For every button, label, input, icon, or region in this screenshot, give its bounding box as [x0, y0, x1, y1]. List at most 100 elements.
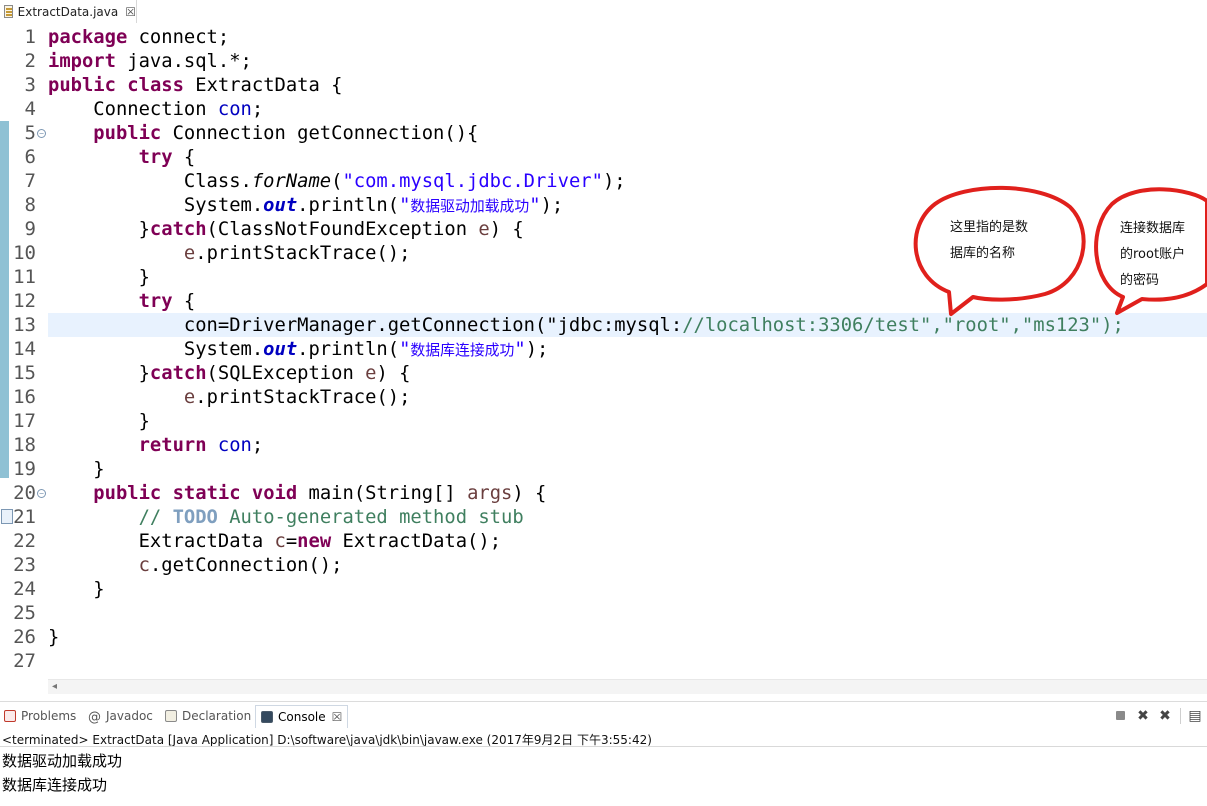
java-file-icon — [4, 5, 13, 18]
code-text[interactable]: Class.forName("com.mysql.jdbc.Driver"); — [48, 169, 626, 193]
code-text[interactable]: }catch(SQLException e) { — [48, 361, 411, 385]
scroll-left-icon[interactable]: ◂ — [52, 680, 57, 694]
code-text[interactable]: } — [48, 409, 150, 433]
code-text[interactable]: public Connection getConnection(){ — [48, 121, 478, 145]
line-number: 13 — [13, 314, 36, 336]
code-text[interactable]: import java.sql.*; — [48, 49, 252, 73]
code-line: 14 System.out.println("数据库连接成功"); — [0, 337, 1207, 361]
tab-label: Declaration — [182, 709, 252, 723]
line-number: 19 — [13, 458, 36, 480]
toolbar-separator — [1180, 708, 1181, 724]
line-number: 24 — [13, 578, 36, 600]
code-line: 19 } — [0, 457, 1207, 481]
declaration-icon — [165, 710, 177, 722]
code-line: 24 } — [0, 577, 1207, 601]
code-line: 4 Connection con; — [0, 97, 1207, 121]
line-number: 16 — [13, 386, 36, 408]
line-number: 12 — [13, 290, 36, 312]
code-text[interactable]: try { — [48, 289, 196, 313]
code-text[interactable]: try { — [48, 145, 196, 169]
line-number: 3 — [24, 74, 36, 96]
code-line: 20− public static void main(String[] arg… — [0, 481, 1207, 505]
fold-toggle-icon[interactable]: − — [37, 129, 46, 138]
editor-tab-extractdata[interactable]: ExtractData.java ☒ — [0, 0, 137, 23]
code-text[interactable]: public class ExtractData { — [48, 73, 342, 97]
tab-label: Problems — [21, 709, 77, 723]
line-number: 27 — [13, 650, 36, 672]
code-text[interactable]: e.printStackTrace(); — [48, 385, 411, 409]
annotation-line: 的密码 — [1120, 273, 1160, 288]
code-line: 3 public class ExtractData { — [0, 73, 1207, 97]
line-number: 20 — [13, 482, 36, 504]
at-sign-icon: @ — [88, 710, 101, 725]
code-text[interactable]: System.out.println("数据驱动加载成功"); — [48, 193, 563, 218]
annotation-line: 的root账户 — [1120, 247, 1186, 262]
annotation-text-password: 连接数据库 的root账户 的密码 — [1120, 216, 1185, 294]
line-number: 4 — [24, 98, 36, 120]
clear-console-icon[interactable]: ▤ — [1188, 709, 1202, 723]
code-line: 22 ExtractData c=new ExtractData(); — [0, 529, 1207, 553]
line-number: 9 — [24, 218, 36, 240]
code-line: 18 return con; — [0, 433, 1207, 457]
code-lines: 1 package connect; 2 import java.sql.*; 3p… — [0, 25, 1207, 673]
code-text[interactable]: } — [48, 625, 59, 649]
editor-tab-bar: ExtractData.java ☒ — [0, 0, 1207, 25]
code-text[interactable]: } — [48, 265, 150, 289]
line-number: 15 — [13, 362, 36, 384]
code-text[interactable]: System.out.println("数据库连接成功"); — [48, 337, 548, 362]
tab-problems[interactable]: Problems — [4, 706, 76, 726]
code-text[interactable]: return con; — [48, 433, 264, 457]
code-line: 1 package connect; — [0, 25, 1207, 49]
terminate-icon[interactable] — [1114, 709, 1128, 723]
code-text[interactable]: package connect; — [48, 25, 229, 49]
line-number: 5 — [24, 122, 36, 144]
code-editor[interactable]: 1 package connect; 2 import java.sql.*; 3p… — [0, 24, 1207, 679]
line-number: 11 — [13, 266, 36, 288]
code-text[interactable]: } — [48, 457, 104, 481]
code-line: 17 } — [0, 409, 1207, 433]
tab-label: Console — [278, 710, 326, 724]
remove-all-terminated-icon[interactable]: ✖ — [1158, 709, 1172, 723]
annotation-line: 连接数据库 — [1120, 221, 1186, 236]
divider — [0, 746, 1207, 747]
annotation-text-db-name: 这里指的是数 据库的名称 — [950, 215, 1028, 267]
line-number: 10 — [13, 242, 36, 264]
code-text[interactable]: // TODO Auto-generated method stub — [48, 505, 524, 529]
console-icon — [261, 711, 273, 723]
code-line: 2 import java.sql.*; — [0, 49, 1207, 73]
code-text[interactable]: ExtractData c=new ExtractData(); — [48, 529, 501, 553]
code-line: 16 e.printStackTrace(); — [0, 385, 1207, 409]
horizontal-scrollbar[interactable]: ◂ — [48, 679, 1207, 694]
code-line: 27 — [0, 649, 1207, 673]
code-line: 6 try { — [0, 145, 1207, 169]
line-number: 8 — [24, 194, 36, 216]
line-number: 14 — [13, 338, 36, 360]
line-number: 2 — [24, 50, 36, 72]
code-line: 26} — [0, 625, 1207, 649]
code-text[interactable]: } — [48, 577, 104, 601]
close-icon[interactable]: ☒ — [125, 5, 136, 19]
remove-launch-icon[interactable]: ✖ — [1136, 709, 1150, 723]
editor-tab-label: ExtractData.java — [17, 4, 119, 19]
line-number: 6 — [24, 146, 36, 168]
annotation-line: 这里指的是数 — [950, 220, 1029, 235]
tab-console[interactable]: Console ☒ — [255, 705, 349, 728]
tab-javadoc[interactable]: @ Javadoc — [88, 706, 153, 726]
line-number: 23 — [13, 554, 36, 576]
line-number: 1 — [24, 26, 36, 48]
code-text[interactable]: public static void main(String[] args) { — [48, 481, 546, 505]
code-text[interactable]: c.getConnection(); — [48, 553, 343, 577]
line-number: 26 — [13, 626, 36, 648]
line-number: 7 — [24, 170, 36, 192]
line-number: 21 — [13, 506, 36, 528]
line-number: 17 — [13, 410, 36, 432]
code-text[interactable]: Connection con; — [48, 97, 263, 121]
code-line: 15 }catch(SQLException e) { — [0, 361, 1207, 385]
views-tab-bar: Problems @ Javadoc Declaration Console ☒… — [0, 701, 1207, 730]
close-icon[interactable]: ☒ — [332, 710, 343, 724]
tab-declaration[interactable]: Declaration — [165, 706, 251, 726]
fold-toggle-icon[interactable]: − — [37, 489, 46, 498]
code-text[interactable]: e.printStackTrace(); — [48, 241, 411, 265]
code-text[interactable]: }catch(ClassNotFoundException e) { — [48, 217, 524, 241]
line-number: 22 — [13, 530, 36, 552]
